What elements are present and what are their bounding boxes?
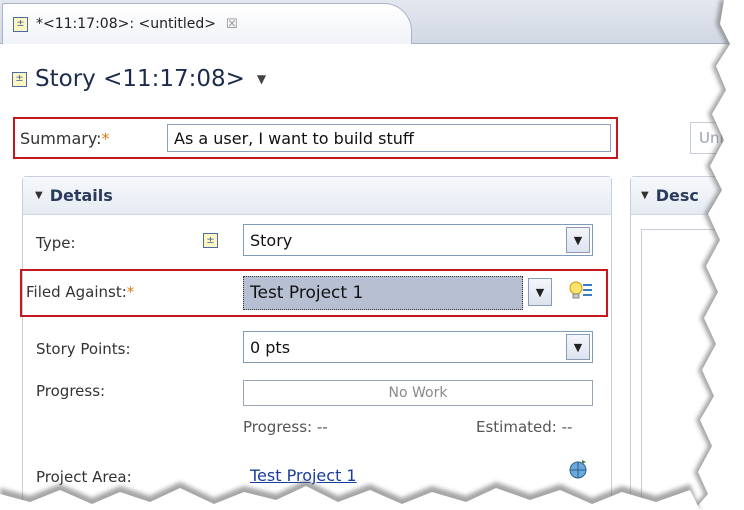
story-icon: ± xyxy=(203,233,218,248)
story-points-select[interactable]: 0 pts ▼ xyxy=(243,331,593,363)
type-value: Story xyxy=(250,230,293,250)
story-icon: ± xyxy=(13,16,28,32)
details-header[interactable]: ▼ Details xyxy=(23,177,611,215)
chevron-down-icon[interactable]: ▼ xyxy=(257,72,266,86)
description-section: ▼ Desc xyxy=(630,176,744,510)
story-points-value: 0 pts xyxy=(250,337,291,357)
project-area-link[interactable]: Test Project 1 xyxy=(250,466,357,485)
page-title: Story <11:17:08> xyxy=(35,66,245,92)
estimated-text: Estimated: -- xyxy=(476,418,573,436)
summary-row: Summary:* As a user, I want to build stu… xyxy=(13,117,618,159)
story-icon: ± xyxy=(12,71,27,87)
editor-tab-title: *<11:17:08>: <untitled> xyxy=(36,16,216,32)
progress-bar: No Work xyxy=(243,380,593,406)
summary-label: Summary:* xyxy=(20,128,110,148)
chevron-down-icon[interactable]: ▼ xyxy=(566,334,590,360)
lightbulb-icon[interactable] xyxy=(568,278,594,306)
tab-strip: ± *<11:17:08>: <untitled> ☒ xyxy=(0,0,744,44)
side-field[interactable]: Uni xyxy=(690,122,744,154)
type-label: Type: xyxy=(36,234,76,252)
summary-input[interactable]: As a user, I want to build stuff xyxy=(167,124,611,152)
filed-against-label: Filed Against:* xyxy=(26,283,135,301)
description-title: Desc xyxy=(655,186,699,205)
type-select[interactable]: Story ▼ xyxy=(243,224,593,256)
close-icon[interactable]: ☒ xyxy=(226,17,238,32)
globe-icon[interactable] xyxy=(566,458,590,480)
editor-header: ± Story <11:17:08> ▼ xyxy=(12,66,266,92)
filed-against-select[interactable]: Test Project 1 xyxy=(243,276,523,310)
editor-window: ± *<11:17:08>: <untitled> ☒ ± Story <11:… xyxy=(0,0,744,510)
project-area-label: Project Area: xyxy=(36,468,132,486)
collapse-triangle-icon[interactable]: ▼ xyxy=(35,190,43,201)
story-points-label: Story Points: xyxy=(36,340,131,358)
chevron-down-icon[interactable]: ▼ xyxy=(566,227,590,253)
chevron-down-icon[interactable]: ▼ xyxy=(528,278,552,306)
description-header[interactable]: ▼ Desc xyxy=(631,177,744,215)
progress-label: Progress: xyxy=(36,382,106,400)
editor-tab[interactable]: ± *<11:17:08>: <untitled> ☒ xyxy=(2,3,412,44)
progress-text: Progress: -- xyxy=(243,418,328,436)
required-marker: * xyxy=(101,128,110,148)
required-marker: * xyxy=(126,283,135,301)
description-editor[interactable] xyxy=(641,229,744,509)
details-title: Details xyxy=(49,186,113,205)
collapse-triangle-icon[interactable]: ▼ xyxy=(641,190,649,201)
